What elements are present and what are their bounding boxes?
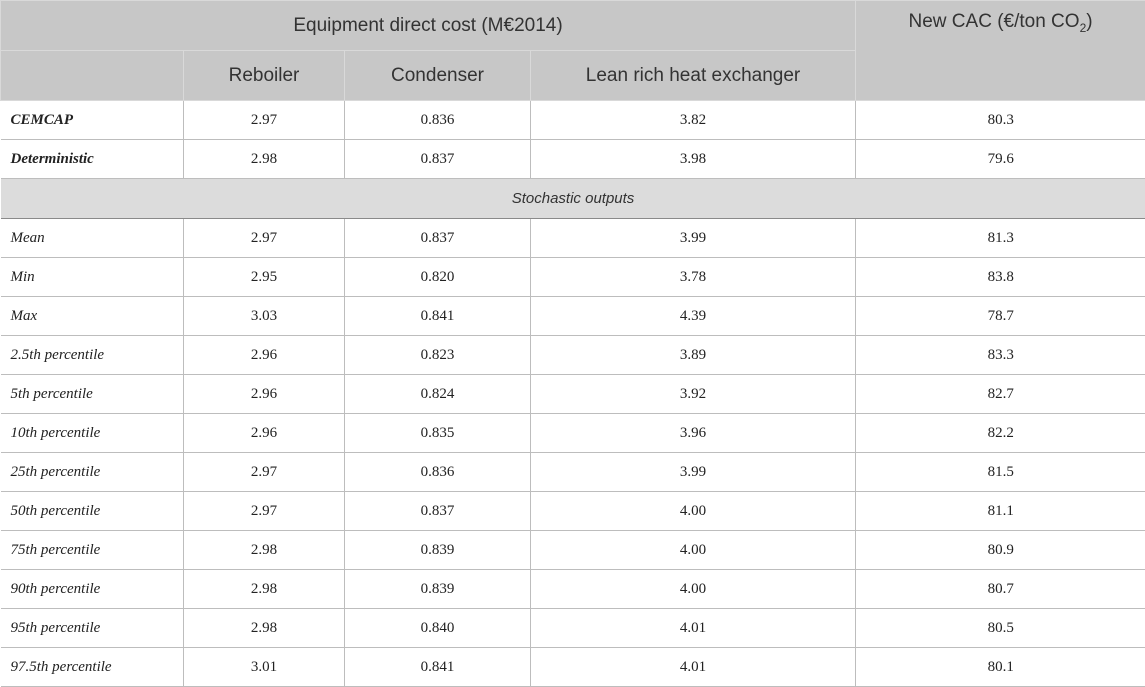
heat-exchanger-cell: 4.39 bbox=[531, 297, 856, 336]
new-cac-cell: 81.1 bbox=[856, 492, 1145, 531]
new-cac-cell: 83.8 bbox=[856, 258, 1145, 297]
row-label-header bbox=[1, 51, 184, 101]
table-row: 5th percentile2.960.8243.9282.7 bbox=[1, 375, 1145, 414]
row-label: Deterministic bbox=[1, 140, 184, 179]
new-cac-cell: 82.7 bbox=[856, 375, 1145, 414]
condenser-cell: 0.837 bbox=[345, 219, 531, 258]
reboiler-cell: 2.96 bbox=[184, 375, 345, 414]
condenser-cell: 0.836 bbox=[345, 101, 531, 140]
new-cac-cell: 80.3 bbox=[856, 101, 1145, 140]
table-row: 2.5th percentile2.960.8233.8983.3 bbox=[1, 336, 1145, 375]
row-label: Min bbox=[1, 258, 184, 297]
row-label: Mean bbox=[1, 219, 184, 258]
row-label: 50th percentile bbox=[1, 492, 184, 531]
reboiler-cell: 2.97 bbox=[184, 219, 345, 258]
table-row: 97.5th percentile3.010.8414.0180.1 bbox=[1, 648, 1145, 687]
section-row: Stochastic outputs bbox=[1, 179, 1145, 219]
condenser-cell: 0.841 bbox=[345, 648, 531, 687]
reboiler-cell: 2.95 bbox=[184, 258, 345, 297]
heat-exchanger-cell: 3.89 bbox=[531, 336, 856, 375]
reboiler-cell: 2.97 bbox=[184, 453, 345, 492]
condenser-cell: 0.836 bbox=[345, 453, 531, 492]
cost-table: Equipment direct cost (M€2014) New CAC (… bbox=[0, 0, 1145, 687]
stochastic-rows: Mean2.970.8373.9981.3Min2.950.8203.7883.… bbox=[1, 219, 1145, 687]
table-row: Max3.030.8414.3978.7 bbox=[1, 297, 1145, 336]
table-row: Deterministic 2.98 0.837 3.98 79.6 bbox=[1, 140, 1145, 179]
lean-rich-hx-header: Lean rich heat exchanger bbox=[531, 51, 856, 101]
condenser-cell: 0.840 bbox=[345, 609, 531, 648]
row-label: 5th percentile bbox=[1, 375, 184, 414]
heat-exchanger-cell: 3.98 bbox=[531, 140, 856, 179]
row-label: 90th percentile bbox=[1, 570, 184, 609]
heat-exchanger-cell: 3.96 bbox=[531, 414, 856, 453]
row-label: 97.5th percentile bbox=[1, 648, 184, 687]
heat-exchanger-cell: 3.92 bbox=[531, 375, 856, 414]
new-cac-cell: 80.1 bbox=[856, 648, 1145, 687]
condenser-header: Condenser bbox=[345, 51, 531, 101]
condenser-cell: 0.841 bbox=[345, 297, 531, 336]
reboiler-cell: 2.97 bbox=[184, 492, 345, 531]
table-row: 75th percentile2.980.8394.0080.9 bbox=[1, 531, 1145, 570]
reboiler-cell: 2.98 bbox=[184, 531, 345, 570]
new-cac-cell: 81.5 bbox=[856, 453, 1145, 492]
table-row: CEMCAP 2.97 0.836 3.82 80.3 bbox=[1, 101, 1145, 140]
section-label: Stochastic outputs bbox=[1, 179, 1145, 219]
reboiler-cell: 2.98 bbox=[184, 570, 345, 609]
table-row: 10th percentile2.960.8353.9682.2 bbox=[1, 414, 1145, 453]
condenser-cell: 0.835 bbox=[345, 414, 531, 453]
condenser-cell: 0.823 bbox=[345, 336, 531, 375]
reboiler-cell: 2.96 bbox=[184, 336, 345, 375]
new-cac-header: New CAC (€/ton CO2) bbox=[856, 1, 1145, 101]
condenser-cell: 0.824 bbox=[345, 375, 531, 414]
heat-exchanger-cell: 4.00 bbox=[531, 570, 856, 609]
row-label: 25th percentile bbox=[1, 453, 184, 492]
heat-exchanger-cell: 3.78 bbox=[531, 258, 856, 297]
condenser-cell: 0.839 bbox=[345, 531, 531, 570]
heat-exchanger-cell: 3.82 bbox=[531, 101, 856, 140]
new-cac-cell: 82.2 bbox=[856, 414, 1145, 453]
new-cac-cell: 80.7 bbox=[856, 570, 1145, 609]
reboiler-cell: 2.98 bbox=[184, 140, 345, 179]
new-cac-cell: 79.6 bbox=[856, 140, 1145, 179]
condenser-cell: 0.837 bbox=[345, 492, 531, 531]
heat-exchanger-cell: 3.99 bbox=[531, 219, 856, 258]
heat-exchanger-cell: 4.00 bbox=[531, 492, 856, 531]
condenser-cell: 0.820 bbox=[345, 258, 531, 297]
row-label: 10th percentile bbox=[1, 414, 184, 453]
reboiler-cell: 3.01 bbox=[184, 648, 345, 687]
new-cac-cell: 80.9 bbox=[856, 531, 1145, 570]
table-row: 90th percentile2.980.8394.0080.7 bbox=[1, 570, 1145, 609]
row-label: Max bbox=[1, 297, 184, 336]
reboiler-header: Reboiler bbox=[184, 51, 345, 101]
row-label: CEMCAP bbox=[1, 101, 184, 140]
new-cac-cell: 78.7 bbox=[856, 297, 1145, 336]
reboiler-cell: 2.98 bbox=[184, 609, 345, 648]
heat-exchanger-cell: 4.01 bbox=[531, 609, 856, 648]
heat-exchanger-cell: 4.01 bbox=[531, 648, 856, 687]
heat-exchanger-cell: 3.99 bbox=[531, 453, 856, 492]
row-label: 2.5th percentile bbox=[1, 336, 184, 375]
new-cac-cell: 83.3 bbox=[856, 336, 1145, 375]
reboiler-cell: 3.03 bbox=[184, 297, 345, 336]
new-cac-cell: 81.3 bbox=[856, 219, 1145, 258]
table-row: Mean2.970.8373.9981.3 bbox=[1, 219, 1145, 258]
reboiler-cell: 2.97 bbox=[184, 101, 345, 140]
condenser-cell: 0.837 bbox=[345, 140, 531, 179]
table-row: Min2.950.8203.7883.8 bbox=[1, 258, 1145, 297]
row-label: 75th percentile bbox=[1, 531, 184, 570]
equipment-cost-header: Equipment direct cost (M€2014) bbox=[1, 1, 856, 51]
reboiler-cell: 2.96 bbox=[184, 414, 345, 453]
condenser-cell: 0.839 bbox=[345, 570, 531, 609]
row-label: 95th percentile bbox=[1, 609, 184, 648]
heat-exchanger-cell: 4.00 bbox=[531, 531, 856, 570]
table-row: 50th percentile2.970.8374.0081.1 bbox=[1, 492, 1145, 531]
header-row-1: Equipment direct cost (M€2014) New CAC (… bbox=[1, 1, 1145, 51]
new-cac-cell: 80.5 bbox=[856, 609, 1145, 648]
table-row: 95th percentile2.980.8404.0180.5 bbox=[1, 609, 1145, 648]
table-row: 25th percentile2.970.8363.9981.5 bbox=[1, 453, 1145, 492]
